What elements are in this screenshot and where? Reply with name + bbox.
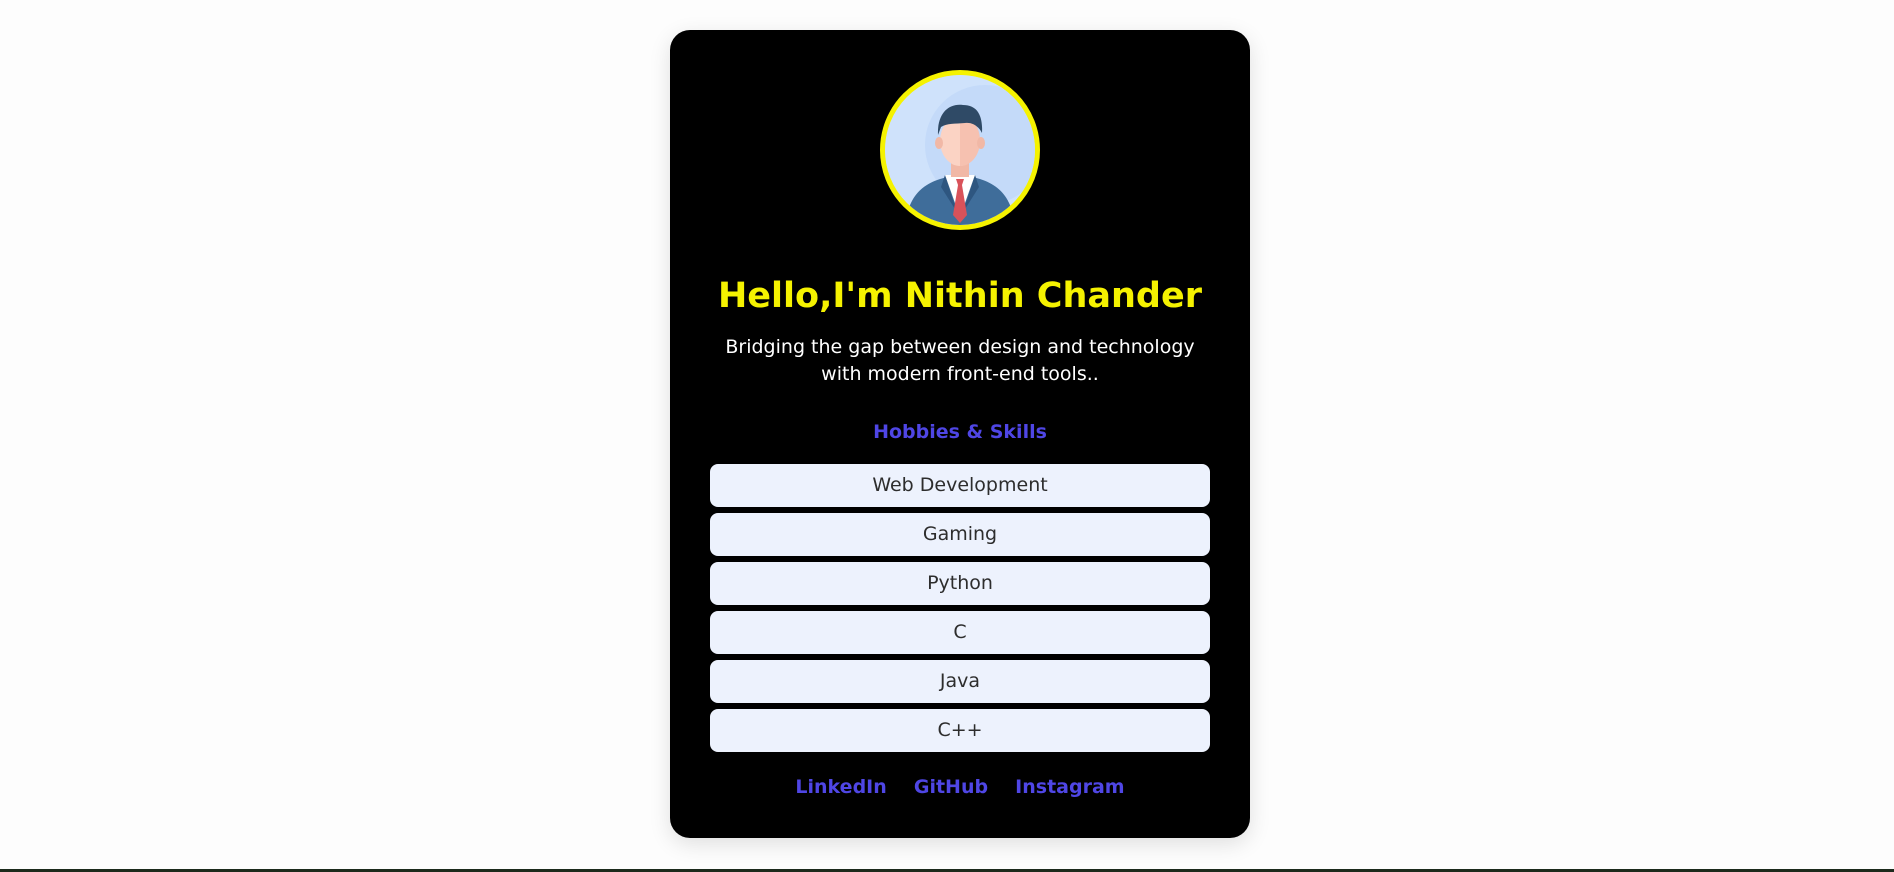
skill-item-python: Python <box>710 562 1210 605</box>
skill-item-c: C <box>710 611 1210 654</box>
linkedin-link[interactable]: LinkedIn <box>795 772 886 802</box>
social-links: LinkedIn GitHub Instagram <box>670 772 1250 803</box>
instagram-link[interactable]: Instagram <box>1015 772 1124 802</box>
tagline: Bridging the gap between design and tech… <box>725 336 1195 385</box>
skill-item-java: Java <box>710 660 1210 703</box>
github-link[interactable]: GitHub <box>914 772 988 802</box>
page: Hello,I'm Nithin Chander Bridging the ga… <box>0 0 1894 872</box>
skills-list: Web Development Gaming Python C Java C++ <box>710 464 1210 758</box>
skills-section-title: Hobbies & Skills <box>873 421 1047 443</box>
skill-item-web-development: Web Development <box>710 464 1210 507</box>
page-title: Hello,I'm Nithin Chander <box>718 276 1202 316</box>
skill-item-cpp: C++ <box>710 709 1210 752</box>
profile-card: Hello,I'm Nithin Chander Bridging the ga… <box>670 30 1250 838</box>
skill-item-gaming: Gaming <box>710 513 1210 556</box>
avatar <box>880 70 1040 230</box>
businessman-avatar-icon <box>885 75 1035 225</box>
